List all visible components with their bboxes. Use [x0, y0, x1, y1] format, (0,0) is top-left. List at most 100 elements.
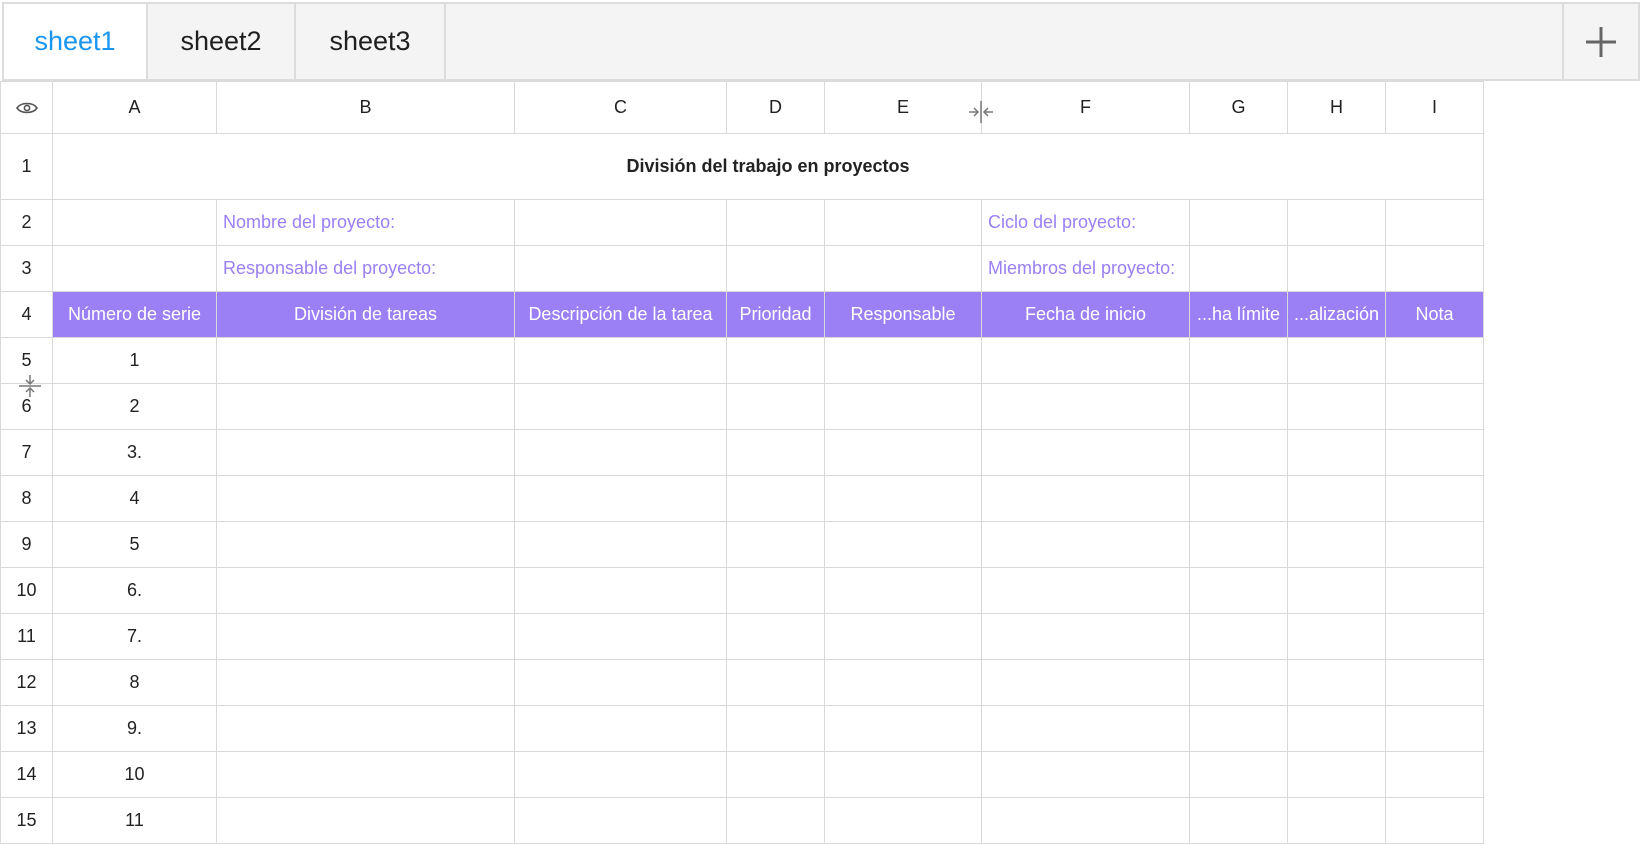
cell[interactable] — [726, 337, 825, 384]
serial-cell[interactable]: 5 — [52, 521, 217, 568]
row-header-14[interactable]: 14 — [0, 751, 53, 798]
cell[interactable] — [514, 659, 727, 706]
column-header-a[interactable]: A — [52, 81, 217, 134]
cell[interactable] — [1385, 797, 1484, 844]
cell[interactable] — [981, 429, 1190, 476]
cell[interactable] — [824, 659, 982, 706]
header-completion[interactable]: ...alización — [1287, 291, 1386, 338]
cell[interactable] — [1189, 521, 1288, 568]
cell[interactable] — [981, 705, 1190, 752]
serial-cell[interactable]: 9. — [52, 705, 217, 752]
cell[interactable] — [514, 751, 727, 798]
cell[interactable] — [514, 705, 727, 752]
header-responsible[interactable]: Responsable — [824, 291, 982, 338]
row-header-2[interactable]: 2 — [0, 199, 53, 246]
visibility-toggle[interactable] — [0, 81, 53, 134]
cell[interactable] — [824, 429, 982, 476]
cell-a2[interactable] — [52, 199, 217, 246]
project-name-label[interactable]: Nombre del proyecto: — [216, 199, 515, 246]
serial-cell[interactable]: 1 — [52, 337, 217, 384]
cell[interactable] — [981, 475, 1190, 522]
column-header-e[interactable]: E — [824, 81, 982, 134]
row-header-8[interactable]: 8 — [0, 475, 53, 522]
cell[interactable] — [726, 659, 825, 706]
cell[interactable] — [726, 705, 825, 752]
header-serial-number[interactable]: Número de serie — [52, 291, 217, 338]
cell[interactable] — [514, 337, 727, 384]
cell[interactable] — [1385, 567, 1484, 614]
cell[interactable] — [216, 475, 515, 522]
cell[interactable] — [1189, 475, 1288, 522]
cell[interactable] — [824, 337, 982, 384]
cell[interactable] — [824, 705, 982, 752]
column-header-f[interactable]: F — [981, 81, 1190, 134]
cell[interactable] — [514, 567, 727, 614]
cell[interactable] — [1385, 659, 1484, 706]
cell[interactable] — [514, 429, 727, 476]
cell[interactable] — [981, 797, 1190, 844]
row-header-11[interactable]: 11 — [0, 613, 53, 660]
cell[interactable] — [1189, 383, 1288, 430]
cell-g3[interactable] — [1189, 245, 1288, 292]
cell[interactable] — [824, 567, 982, 614]
cell[interactable] — [216, 567, 515, 614]
tab-sheet1[interactable]: sheet1 — [4, 4, 148, 79]
cell[interactable] — [1385, 521, 1484, 568]
serial-cell[interactable]: 7. — [52, 613, 217, 660]
cell-e2[interactable] — [824, 199, 982, 246]
cell[interactable] — [726, 475, 825, 522]
cell[interactable] — [514, 383, 727, 430]
cell[interactable] — [1287, 751, 1386, 798]
row-header-13[interactable]: 13 — [0, 705, 53, 752]
column-header-h[interactable]: H — [1287, 81, 1386, 134]
project-cycle-label[interactable]: Ciclo del proyecto: — [981, 199, 1190, 246]
header-deadline[interactable]: ...ha límite — [1189, 291, 1288, 338]
add-sheet-button[interactable] — [1562, 4, 1638, 79]
column-header-g[interactable]: G — [1189, 81, 1288, 134]
cell[interactable] — [1287, 613, 1386, 660]
header-note[interactable]: Nota — [1385, 291, 1484, 338]
serial-cell[interactable]: 6. — [52, 567, 217, 614]
row-header-10[interactable]: 10 — [0, 567, 53, 614]
cell[interactable] — [981, 337, 1190, 384]
cell[interactable] — [1287, 797, 1386, 844]
cell[interactable] — [1189, 429, 1288, 476]
row-header-7[interactable]: 7 — [0, 429, 53, 476]
cell[interactable] — [514, 797, 727, 844]
row-resize-icon[interactable] — [18, 374, 42, 398]
cell[interactable] — [726, 567, 825, 614]
row-header-9[interactable]: 9 — [0, 521, 53, 568]
cell[interactable] — [216, 429, 515, 476]
project-owner-label[interactable]: Responsable del proyecto: — [216, 245, 515, 292]
serial-cell[interactable]: 11 — [52, 797, 217, 844]
cell[interactable] — [1189, 337, 1288, 384]
cell[interactable] — [1189, 797, 1288, 844]
cell-a3[interactable] — [52, 245, 217, 292]
cell[interactable] — [216, 751, 515, 798]
row-header-3[interactable]: 3 — [0, 245, 53, 292]
cell[interactable] — [824, 751, 982, 798]
cell[interactable] — [514, 475, 727, 522]
cell-e3[interactable] — [824, 245, 982, 292]
cell[interactable] — [216, 613, 515, 660]
row-header-4[interactable]: 4 — [0, 291, 53, 338]
cell[interactable] — [1287, 567, 1386, 614]
cell[interactable] — [726, 429, 825, 476]
cell[interactable] — [981, 751, 1190, 798]
column-header-i[interactable]: I — [1385, 81, 1484, 134]
cell[interactable] — [1385, 751, 1484, 798]
cell[interactable] — [726, 613, 825, 660]
serial-cell[interactable]: 3. — [52, 429, 217, 476]
cell-c3[interactable] — [514, 245, 727, 292]
cell-h2[interactable] — [1287, 199, 1386, 246]
cell[interactable] — [1287, 705, 1386, 752]
cell[interactable] — [1189, 613, 1288, 660]
cell[interactable] — [1189, 659, 1288, 706]
cell-i3[interactable] — [1385, 245, 1484, 292]
cell[interactable] — [514, 521, 727, 568]
cell[interactable] — [981, 613, 1190, 660]
cell[interactable] — [1385, 337, 1484, 384]
sheet-title[interactable]: División del trabajo en proyectos — [52, 133, 1484, 200]
cell[interactable] — [1287, 659, 1386, 706]
cell[interactable] — [1287, 429, 1386, 476]
